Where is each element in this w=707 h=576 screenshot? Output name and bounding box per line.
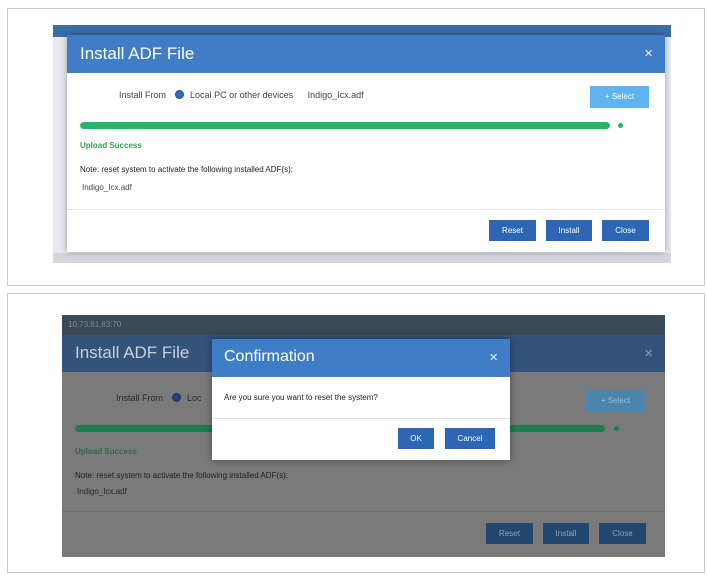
install-button[interactable]: Install xyxy=(546,220,592,241)
reset-note: Note: reset system to activate the follo… xyxy=(80,165,293,174)
close-button: Close xyxy=(599,523,646,544)
close-button[interactable]: Close xyxy=(602,220,649,241)
cancel-button[interactable]: Cancel xyxy=(445,428,495,449)
ok-button[interactable]: OK xyxy=(398,428,434,449)
upload-progress-fill xyxy=(80,122,610,129)
confirmation-divider xyxy=(212,418,510,419)
footer-divider xyxy=(67,209,665,210)
selected-file-name: Indigo_Icx.adf xyxy=(307,90,364,100)
progress-end-dot xyxy=(614,426,619,431)
background-window-footer xyxy=(53,253,671,263)
dialog-title: Install ADF File xyxy=(75,343,190,362)
dialog-header: Install ADF File × xyxy=(67,35,665,73)
install-from-label: Install From xyxy=(119,90,167,100)
radio-selected-icon[interactable] xyxy=(174,90,184,99)
confirmation-title: Confirmation xyxy=(224,348,315,365)
radio-selected-icon xyxy=(171,393,181,402)
source-option-label[interactable]: Local PC or other devices xyxy=(190,90,293,100)
install-button: Install xyxy=(543,523,589,544)
close-icon[interactable]: × xyxy=(644,45,653,62)
install-from-row: Install From Loc xyxy=(116,393,202,403)
footer-divider xyxy=(62,511,665,512)
installed-adf-item: Indigo_Icx.adf xyxy=(77,487,127,496)
upload-status: Upload Success xyxy=(80,141,142,150)
install-from-label: Install From xyxy=(116,393,164,403)
confirmation-header: Confirmation × xyxy=(212,339,510,377)
dialog-title: Install ADF File xyxy=(80,44,195,63)
reset-button[interactable]: Reset xyxy=(489,220,536,241)
reset-button: Reset xyxy=(486,523,533,544)
reset-note: Note: reset system to activate the follo… xyxy=(75,471,288,480)
install-adf-dialog: Install ADF File × Install From Local PC… xyxy=(67,35,665,252)
select-file-button[interactable]: + Select xyxy=(590,86,649,108)
upload-status: Upload Success xyxy=(75,447,137,456)
confirmation-dialog: Confirmation × Are you sure you want to … xyxy=(212,339,510,460)
progress-end-dot xyxy=(618,123,623,128)
close-icon: × xyxy=(644,345,653,362)
select-file-button: + Select xyxy=(586,390,645,412)
background-window-strip: 10.73.61.83:70 xyxy=(62,315,665,335)
installed-adf-item: Indigo_Icx.adf xyxy=(82,183,132,192)
confirmation-message: Are you sure you want to reset the syste… xyxy=(224,393,378,402)
upload-progress-bar xyxy=(80,122,610,129)
install-from-row: Install From Local PC or other devices I… xyxy=(119,90,364,100)
close-icon[interactable]: × xyxy=(489,349,498,366)
source-option-label: Loc xyxy=(187,393,202,403)
